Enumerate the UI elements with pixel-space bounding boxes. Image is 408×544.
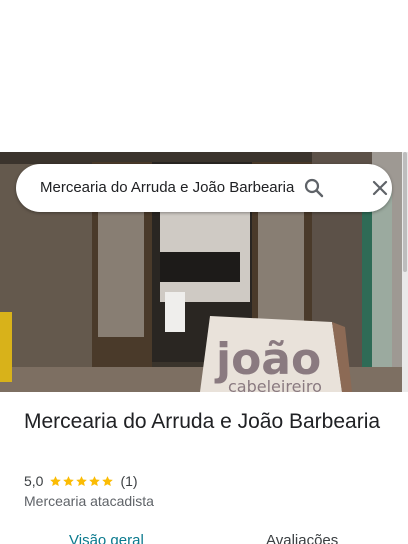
rating-value: 5,0 <box>24 473 44 489</box>
close-icon[interactable] <box>368 176 392 200</box>
tab-overview[interactable]: Visão geral <box>69 532 144 544</box>
place-title: Mercearia do Arruda e João Barbearia <box>24 410 381 433</box>
scrollbar[interactable] <box>402 152 408 392</box>
place-tabs: Visão geral Avaliações <box>0 528 408 544</box>
star-icon <box>50 475 62 486</box>
star-icon <box>63 475 75 486</box>
star-icon <box>102 475 114 486</box>
tab-reviews[interactable]: Avaliações <box>266 532 338 544</box>
star-icon <box>89 475 101 486</box>
review-count-link[interactable]: (1) <box>120 473 137 489</box>
svg-text:cabeleireiro: cabeleireiro <box>228 377 322 392</box>
rating-stars <box>49 475 114 488</box>
blank-area <box>0 0 408 152</box>
star-icon <box>76 475 88 486</box>
rating-row: 5,0 (1) <box>24 472 138 490</box>
place-category[interactable]: Mercearia atacadista <box>24 493 154 509</box>
search-input[interactable]: Mercearia do Arruda e João Barbearia <box>40 164 302 212</box>
search-icon[interactable] <box>302 176 326 200</box>
search-box[interactable]: Mercearia do Arruda e João Barbearia <box>16 164 392 212</box>
scrollbar-thumb[interactable] <box>403 152 407 272</box>
